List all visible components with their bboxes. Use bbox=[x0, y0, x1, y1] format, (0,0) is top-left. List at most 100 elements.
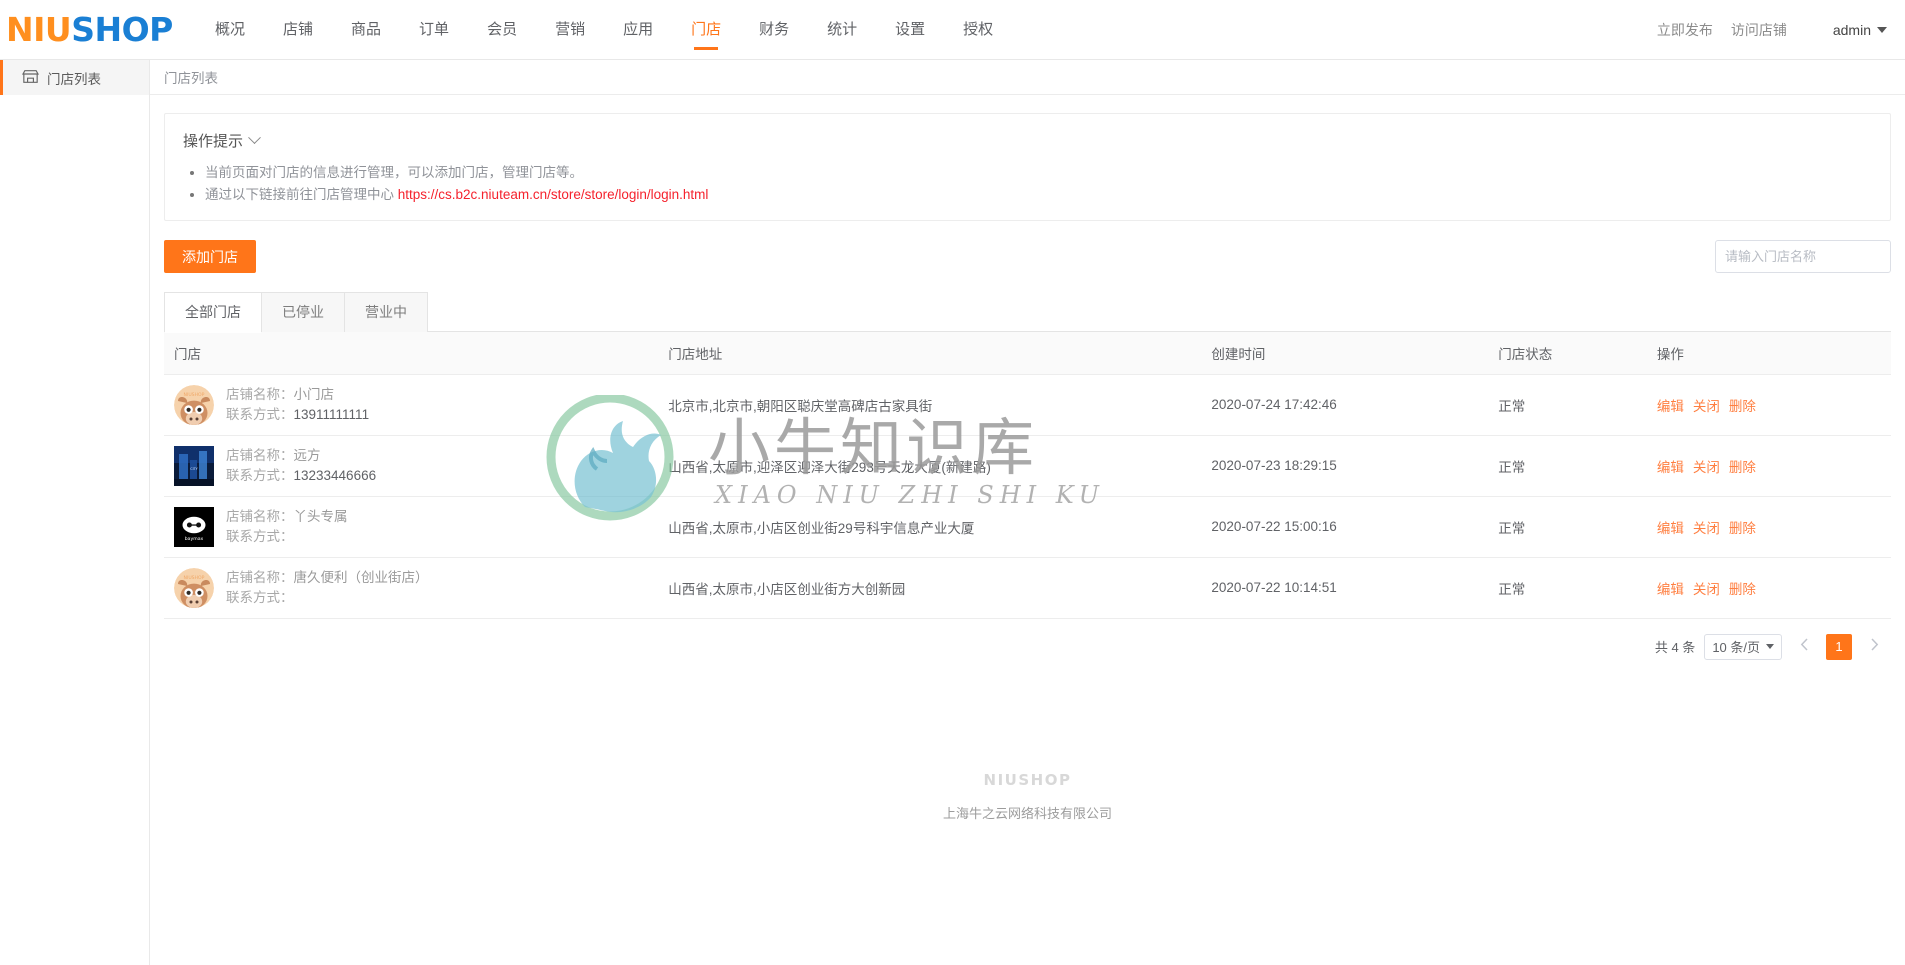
store-contact-label: 联系方式： bbox=[226, 528, 294, 544]
table-body: NIUSHOP 店铺名称：小门店 联系方式：13911111111 北京市,北京市,朝… bbox=[164, 374, 1891, 619]
nav-item-10[interactable]: 设置 bbox=[876, 0, 944, 60]
svg-text:CITY: CITY bbox=[190, 467, 198, 471]
nav-item-8[interactable]: 财务 bbox=[740, 0, 808, 60]
content-area: 小牛知识库 XIAO NIU ZHI SHI KU 操作提示 当前页面对门店的信… bbox=[150, 95, 1905, 822]
store-created-cell: 2020-07-22 15:00:16 bbox=[1201, 496, 1489, 558]
store-name-row: 店铺名称：远方 bbox=[226, 446, 376, 466]
store-created-cell: 2020-07-22 10:14:51 bbox=[1201, 557, 1489, 619]
store-cell: baymax 店铺名称：丫头专属 联系方式： bbox=[164, 496, 659, 558]
nav-item-label: 订单 bbox=[419, 20, 450, 38]
close-action-link[interactable]: 关闭 bbox=[1693, 399, 1720, 414]
niushop-cow-avatar: NIUSHOP bbox=[174, 567, 214, 608]
page-footer: NIUSHOP 上海牛之云网络科技有限公司 bbox=[164, 771, 1891, 822]
pagination-next-button[interactable] bbox=[1861, 634, 1887, 660]
delete-action-link[interactable]: 删除 bbox=[1729, 460, 1756, 475]
store-contact-value: 13233446666 bbox=[293, 467, 377, 483]
nav-item-2[interactable]: 商品 bbox=[332, 0, 400, 60]
pagination-page-1[interactable]: 1 bbox=[1826, 633, 1852, 660]
tab-1[interactable]: 已停业 bbox=[262, 292, 345, 332]
pagination-prev-button[interactable] bbox=[1791, 634, 1817, 660]
chevron-down-icon bbox=[1766, 644, 1774, 649]
logo-text-shop: SHOP bbox=[71, 10, 173, 49]
tab-2[interactable]: 营业中 bbox=[345, 292, 428, 332]
nav-item-3[interactable]: 订单 bbox=[400, 0, 468, 60]
add-store-button[interactable]: 添加门店 bbox=[164, 240, 256, 273]
pagination: 共 4 条 10 条/页 1 bbox=[164, 619, 1891, 675]
shop-icon bbox=[22, 69, 39, 87]
footer-company: 上海牛之云网络科技有限公司 bbox=[942, 805, 1112, 821]
page-size-label: 10 条/页 bbox=[1712, 640, 1760, 655]
edit-action-link[interactable]: 编辑 bbox=[1657, 399, 1684, 414]
store-name-value: 丫头专属 bbox=[293, 508, 348, 524]
edit-action-link[interactable]: 编辑 bbox=[1657, 582, 1684, 597]
tip-title: 操作提示 bbox=[183, 133, 244, 150]
table-row: NIUSHOP 店铺名称：小门店 联系方式：13911111111 北京市,北京市,朝… bbox=[164, 374, 1891, 436]
store-cell: NIUSHOP 店铺名称：小门店 联系方式：13911111111 bbox=[164, 374, 659, 436]
table-header-cell-3: 门店状态 bbox=[1488, 332, 1647, 375]
store-contact-row: 联系方式： bbox=[226, 527, 348, 547]
page-size-select[interactable]: 10 条/页 bbox=[1704, 633, 1782, 660]
niushop-cow-avatar: NIUSHOP bbox=[174, 384, 214, 425]
store-identity: baymax 店铺名称：丫头专属 联系方式： bbox=[174, 506, 648, 547]
nav-item-4[interactable]: 会员 bbox=[468, 0, 536, 60]
store-center-link[interactable]: https://cs.b2c.niuteam.cn/store/store/lo… bbox=[398, 187, 709, 202]
store-identity: CITY 店铺名称：远方 联系方式：13233446666 bbox=[174, 445, 648, 486]
nav-item-7[interactable]: 门店 bbox=[672, 0, 740, 60]
close-action-link[interactable]: 关闭 bbox=[1693, 582, 1720, 597]
store-contact-label: 联系方式： bbox=[226, 406, 294, 422]
store-name-value: 唐久便利（创业街店） bbox=[293, 569, 429, 585]
store-actions-cell: 编辑 关闭 删除 bbox=[1646, 557, 1891, 619]
table-row: CITY 店铺名称：远方 联系方式：13233446666 山西省,太原市,迎泽区迎泽… bbox=[164, 435, 1891, 497]
store-actions-cell: 编辑 关闭 删除 bbox=[1646, 496, 1891, 558]
main-content: 门店列表 小牛知识库 XIAO NIU ZHI SHI KU 操作提示 • 当前… bbox=[150, 60, 1905, 965]
store-address-cell: 山西省,太原市,小店区创业街29号科宇信息产业大厦 bbox=[658, 496, 1202, 558]
delete-action-link[interactable]: 删除 bbox=[1729, 399, 1756, 414]
publish-link[interactable]: 立即发布 bbox=[1657, 20, 1713, 40]
search-input[interactable] bbox=[1716, 241, 1890, 272]
svg-text:baymax: baymax bbox=[185, 536, 204, 542]
pagination-total: 共 4 条 bbox=[1654, 640, 1696, 655]
nav-item-6[interactable]: 应用 bbox=[604, 0, 672, 60]
visit-shop-link[interactable]: 访问店铺 bbox=[1731, 20, 1787, 40]
tip-toggle[interactable]: 操作提示 bbox=[183, 130, 261, 151]
store-cell: NIUSHOP 店铺名称：唐久便利（创业街店） 联系方式： bbox=[164, 557, 659, 619]
store-name-value: 小门店 bbox=[293, 386, 335, 402]
store-name-label: 店铺名称： bbox=[226, 569, 294, 585]
edit-action-link[interactable]: 编辑 bbox=[1657, 521, 1684, 536]
svg-text:NIUSHOP: NIUSHOP bbox=[184, 392, 205, 398]
store-name-label: 店铺名称： bbox=[226, 447, 294, 463]
nav-item-5[interactable]: 营销 bbox=[536, 0, 604, 60]
close-action-link[interactable]: 关闭 bbox=[1693, 521, 1720, 536]
store-contact-row: 联系方式： bbox=[226, 588, 429, 608]
chevron-down-icon bbox=[1877, 27, 1887, 33]
nav-item-0[interactable]: 概况 bbox=[196, 0, 264, 60]
sidebar-item-store-list[interactable]: 门店列表 bbox=[0, 60, 149, 95]
store-info: 店铺名称：小门店 联系方式：13911111111 bbox=[226, 385, 369, 425]
edit-action-link[interactable]: 编辑 bbox=[1657, 460, 1684, 475]
store-name-row: 店铺名称：丫头专属 bbox=[226, 507, 348, 527]
delete-action-link[interactable]: 删除 bbox=[1729, 521, 1756, 536]
nav-item-label: 统计 bbox=[827, 20, 858, 38]
nav-item-11[interactable]: 授权 bbox=[944, 0, 1012, 60]
table-header-cell-0: 门店 bbox=[164, 332, 659, 375]
app-logo[interactable]: NIUSHOP bbox=[6, 13, 173, 46]
nav-item-1[interactable]: 店铺 bbox=[264, 0, 332, 60]
store-status-cell: 正常 bbox=[1488, 496, 1647, 558]
top-header-bar: NIUSHOP 概况 店铺 商品 订单 会员 营销 应用 门店 财务 统计 设置 授权 立即发布 访问… bbox=[0, 0, 1905, 60]
nav-item-9[interactable]: 统计 bbox=[808, 0, 876, 60]
close-action-link[interactable]: 关闭 bbox=[1693, 460, 1720, 475]
store-address-cell: 山西省,太原市,迎泽区迎泽大街293号天龙大厦(新建路) bbox=[658, 435, 1202, 497]
tip-list: 当前页面对门店的信息进行管理，可以添加门店，管理门店等。 通过以下链接前往门店管… bbox=[183, 162, 1872, 205]
store-created-cell: 2020-07-23 18:29:15 bbox=[1201, 435, 1489, 497]
nav-item-label: 概况 bbox=[215, 20, 246, 38]
table-header-cell-1: 门店地址 bbox=[658, 332, 1202, 375]
table-header-row: 门店 门店地址 创建时间 门店状态 操作 bbox=[164, 332, 1891, 375]
footer-brand: NIUSHOP bbox=[983, 770, 1072, 789]
breadcrumb: 门店列表 bbox=[150, 60, 1905, 95]
delete-action-link[interactable]: 删除 bbox=[1729, 582, 1756, 597]
tab-0[interactable]: 全部门店 bbox=[164, 292, 262, 333]
table-header: 门店 门店地址 创建时间 门店状态 操作 bbox=[164, 332, 1891, 375]
nav-item-label: 门店 bbox=[691, 20, 722, 38]
user-menu[interactable]: admin bbox=[1833, 22, 1887, 38]
store-name-value: 远方 bbox=[293, 447, 321, 463]
